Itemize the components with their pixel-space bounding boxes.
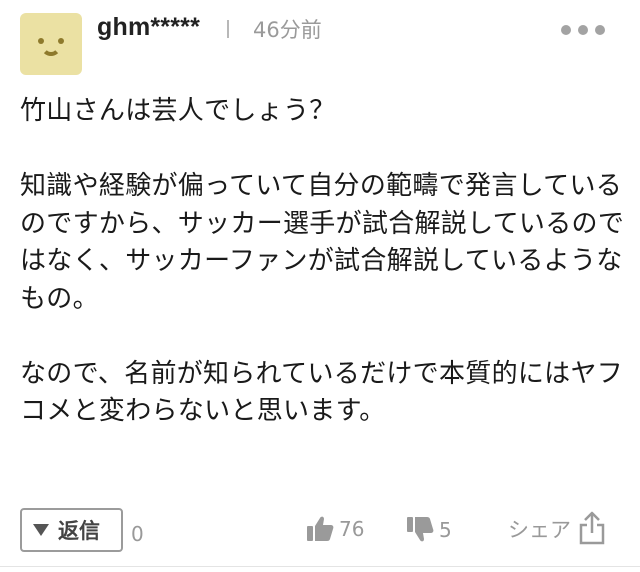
share-button[interactable]: シェア xyxy=(508,511,605,545)
avatar-smile-icon xyxy=(41,44,61,56)
dislike-count: 5 xyxy=(439,517,452,542)
thumbs-up-icon xyxy=(307,516,334,541)
like-button[interactable]: 76 xyxy=(306,515,364,542)
thumbs-down-icon xyxy=(407,517,434,542)
comment-body: 竹山さんは芸人でしょう？ 知識や経験が偏っていて自分の範疇で発言しているのですか… xyxy=(20,96,625,426)
comment-footer: 返信 0 76 5 シェア xyxy=(0,506,640,556)
reply-count: 0 xyxy=(131,522,144,546)
triangle-down-icon xyxy=(33,524,49,536)
header-divider xyxy=(227,20,229,38)
share-label: シェア xyxy=(508,518,571,542)
timestamp: 46分前 xyxy=(253,18,322,42)
dislike-button[interactable]: 5 xyxy=(406,516,452,543)
avatar[interactable] xyxy=(20,13,82,75)
like-count: 76 xyxy=(339,516,365,541)
bottom-divider xyxy=(0,566,640,567)
reply-button[interactable]: 返信 xyxy=(20,508,123,552)
reply-label: 返信 xyxy=(58,519,100,543)
share-icon xyxy=(579,511,605,545)
more-options-icon[interactable] xyxy=(561,21,605,39)
username[interactable]: ghm***** xyxy=(97,13,200,42)
comment-header: ghm***** 46分前 xyxy=(0,0,640,90)
